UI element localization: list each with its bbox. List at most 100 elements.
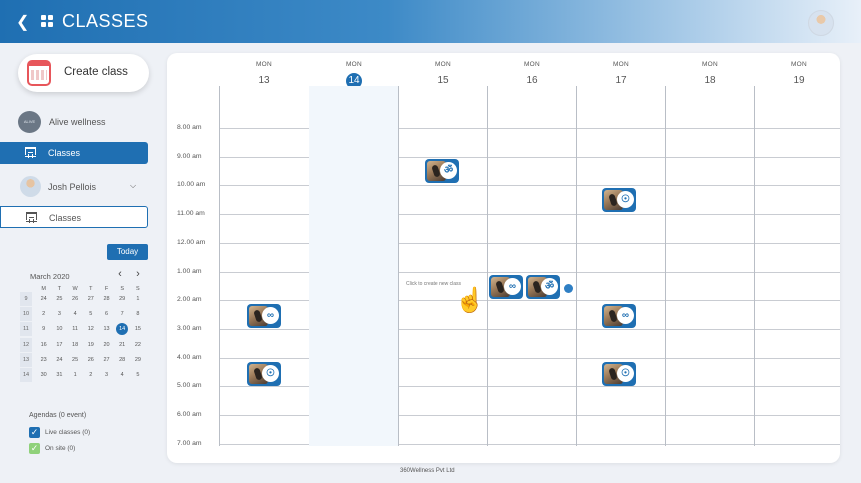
day-number: 18 <box>704 75 716 86</box>
day-weekday: MON <box>345 61 363 68</box>
class-event-fitness[interactable]: ∞ <box>247 304 281 328</box>
mini-calendar-day[interactable]: 25 <box>51 292 67 306</box>
mini-calendar-day[interactable]: 1 <box>67 368 83 382</box>
mini-calendar-day[interactable]: 6 <box>99 307 115 321</box>
grid-column-line <box>665 86 666 446</box>
time-label: 8.00 am <box>177 124 202 131</box>
mini-calendar-day[interactable]: 17 <box>51 338 67 352</box>
mini-calendar-day[interactable]: 27 <box>83 292 99 306</box>
mini-calendar-day[interactable]: 16 <box>36 338 52 352</box>
mini-calendar-day[interactable]: 12 <box>83 322 99 336</box>
mini-calendar-day[interactable]: 25 <box>67 353 83 367</box>
back-arrow-icon[interactable]: ❮ <box>16 12 32 31</box>
mini-calendar-day[interactable]: 19 <box>83 338 99 352</box>
profile-avatar[interactable] <box>808 10 834 36</box>
mini-calendar-day[interactable]: 4 <box>114 368 130 382</box>
agendas-title: Agendas (0 event) <box>29 412 87 419</box>
time-label: 7.00 am <box>177 439 202 447</box>
mini-calendar-day[interactable]: 29 <box>130 353 146 367</box>
organization-selector[interactable]: ALIVE Alive wellness <box>18 111 148 133</box>
mini-calendar-day[interactable]: 5 <box>83 307 99 321</box>
mini-calendar-day[interactable]: 3 <box>99 368 115 382</box>
grid-column-line <box>487 86 488 446</box>
mini-calendar-day[interactable]: 7 <box>114 307 130 321</box>
mini-calendar-day[interactable]: 21 <box>114 338 130 352</box>
mini-calendar-day[interactable]: 23 <box>36 353 52 367</box>
meditation-icon: ☉ <box>617 191 634 208</box>
mini-calendar-day[interactable]: 10 <box>51 322 67 336</box>
organization-name: Alive wellness <box>49 117 106 127</box>
mini-calendar-day[interactable]: 4 <box>67 307 83 321</box>
chevron-right-icon[interactable]: › <box>133 268 143 280</box>
mini-calendar-day[interactable]: 14 <box>114 322 130 336</box>
mini-calendar-day[interactable]: 2 <box>83 368 99 382</box>
mini-calendar-day[interactable]: 27 <box>99 353 115 367</box>
week-number: 9 <box>20 292 32 306</box>
mini-calendar-day[interactable]: 22 <box>130 338 146 352</box>
class-event-meditation[interactable]: ☉ <box>247 362 281 386</box>
mini-calendar-day[interactable]: 13 <box>99 322 115 336</box>
sidebar-item-user-classes[interactable]: Classes <box>0 206 148 228</box>
mini-calendar-day[interactable]: 26 <box>83 353 99 367</box>
mini-calendar-day[interactable]: 5 <box>130 368 146 382</box>
class-event-meditation[interactable]: ☉ <box>602 362 636 386</box>
day-weekday: MON <box>790 61 808 68</box>
page-title: CLASSES <box>62 11 149 31</box>
mini-calendar-day[interactable]: 29 <box>114 292 130 306</box>
mini-calendar-day[interactable]: 20 <box>99 338 115 352</box>
checkbox-checked-icon[interactable]: ✓ <box>29 427 40 438</box>
class-event-fitness[interactable]: ∞ <box>489 275 523 299</box>
mini-calendar-day[interactable]: 1 <box>130 292 146 306</box>
checkbox-checked-icon[interactable]: ✓ <box>29 443 40 454</box>
mini-calendar-day[interactable]: 31 <box>51 368 67 382</box>
day-header[interactable]: MON 15 <box>399 61 487 89</box>
day-header[interactable]: MON 16 <box>488 61 576 89</box>
chevron-down-icon[interactable]: ⌵ <box>130 181 136 191</box>
user-selector[interactable]: Josh Pellois ⌵ <box>18 176 148 198</box>
day-header[interactable]: MON 14 <box>310 61 398 89</box>
om-icon: ॐ <box>541 278 558 295</box>
agenda-live-classes[interactable]: ✓ Live classes (0) <box>29 427 139 439</box>
day-header[interactable]: MON 13 <box>220 61 308 89</box>
day-number: 17 <box>615 75 627 86</box>
classroom-icon <box>25 147 36 158</box>
hand-cursor-icon: ☝ <box>455 287 485 314</box>
day-header[interactable]: MON 19 <box>755 61 843 89</box>
mini-calendar-day[interactable]: 3 <box>51 307 67 321</box>
mini-calendar-day[interactable]: 8 <box>130 307 146 321</box>
today-button[interactable]: Today <box>107 244 148 260</box>
class-event-yoga[interactable]: ॐ <box>425 159 459 183</box>
create-class-button[interactable]: Create class <box>18 54 149 92</box>
dumbbell-icon: ∞ <box>617 307 634 324</box>
om-icon: ॐ <box>440 162 457 179</box>
agenda-on-site[interactable]: ✓ On site (0) <box>29 443 139 455</box>
class-event-meditation[interactable]: ☉ <box>602 188 636 212</box>
classroom-icon <box>26 212 37 223</box>
mini-calendar-day[interactable]: 24 <box>36 292 52 306</box>
dumbbell-icon: ∞ <box>504 278 521 295</box>
mini-calendar-day[interactable]: 2 <box>36 307 52 321</box>
mini-calendar-day[interactable]: 18 <box>67 338 83 352</box>
day-header[interactable]: MON 17 <box>577 61 665 89</box>
day-weekday: MON <box>255 61 273 68</box>
day-header[interactable]: MON 18 <box>666 61 754 89</box>
week-number: 11 <box>20 322 32 337</box>
mini-calendar-day[interactable]: 30 <box>36 368 52 382</box>
class-event-fitness[interactable]: ∞ <box>602 304 636 328</box>
mini-calendar-day[interactable]: 15 <box>130 322 146 336</box>
grid-column-line <box>398 86 399 446</box>
mini-calendar-day[interactable]: 28 <box>114 353 130 367</box>
mini-calendar-day[interactable]: 11 <box>67 322 83 336</box>
more-events-dot[interactable] <box>564 284 573 293</box>
meditation-icon: ☉ <box>262 365 279 382</box>
mini-calendar-day[interactable]: 28 <box>99 292 115 306</box>
sidebar-item-classes[interactable]: Classes <box>0 142 148 164</box>
grid-menu-icon[interactable] <box>41 15 53 27</box>
mini-calendar-day[interactable]: 24 <box>51 353 67 367</box>
mini-calendar-day[interactable]: 26 <box>67 292 83 306</box>
agenda-label: Live classes (0) <box>45 429 91 436</box>
chevron-left-icon[interactable]: ‹ <box>115 268 125 280</box>
time-label: 4.00 am <box>177 353 202 361</box>
mini-calendar-day[interactable]: 9 <box>36 322 52 336</box>
class-event-yoga[interactable]: ॐ <box>526 275 560 299</box>
